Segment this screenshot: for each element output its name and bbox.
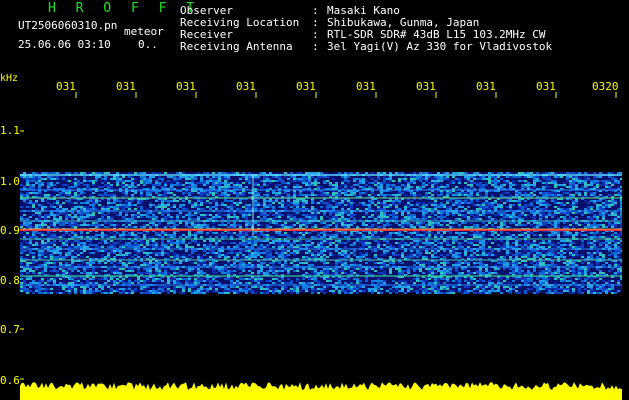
signal-line [20, 228, 622, 230]
amplitude-trace [20, 382, 622, 400]
signal-line [20, 275, 622, 277]
time-tick-marks [75, 92, 617, 98]
app-title: H R O F F T [48, 1, 201, 16]
amplitude-fill [20, 382, 622, 400]
info-value-antenna: 3el Yagi(V) Az 330 for Vladivostok [327, 40, 553, 53]
freq-tick-label: 0.6 [0, 374, 20, 387]
info-colon: : [312, 40, 319, 53]
signal-line [20, 238, 622, 240]
signal-line [20, 210, 622, 212]
signal-line [20, 266, 622, 268]
freq-tick-label: 0.8 [0, 274, 20, 287]
freq-tick-label: 0.9 [0, 224, 20, 237]
signal-line [20, 197, 622, 199]
signal-line [20, 220, 622, 222]
freq-tick-label: 1.1 [0, 124, 20, 137]
meteor-trace [252, 176, 254, 236]
freq-tick-label: 0.7 [0, 323, 20, 336]
spectrogram-plot [20, 92, 622, 400]
signal-line [20, 189, 622, 191]
freq-tick-label: 1.0 [0, 175, 20, 188]
mode-label: meteor [124, 25, 164, 38]
info-label-antenna: Receiving Antenna [180, 40, 293, 53]
frequency-unit-label: kHz [0, 73, 19, 84]
signal-line [20, 259, 622, 261]
signal-line [20, 174, 622, 176]
signal-line [20, 248, 622, 250]
datetime-label: 25.06.06 03:10 [18, 38, 111, 51]
signal-line [20, 284, 622, 286]
status-indicator: 0.. [138, 38, 158, 51]
filename-label: UT2506060310.pn [18, 19, 118, 32]
